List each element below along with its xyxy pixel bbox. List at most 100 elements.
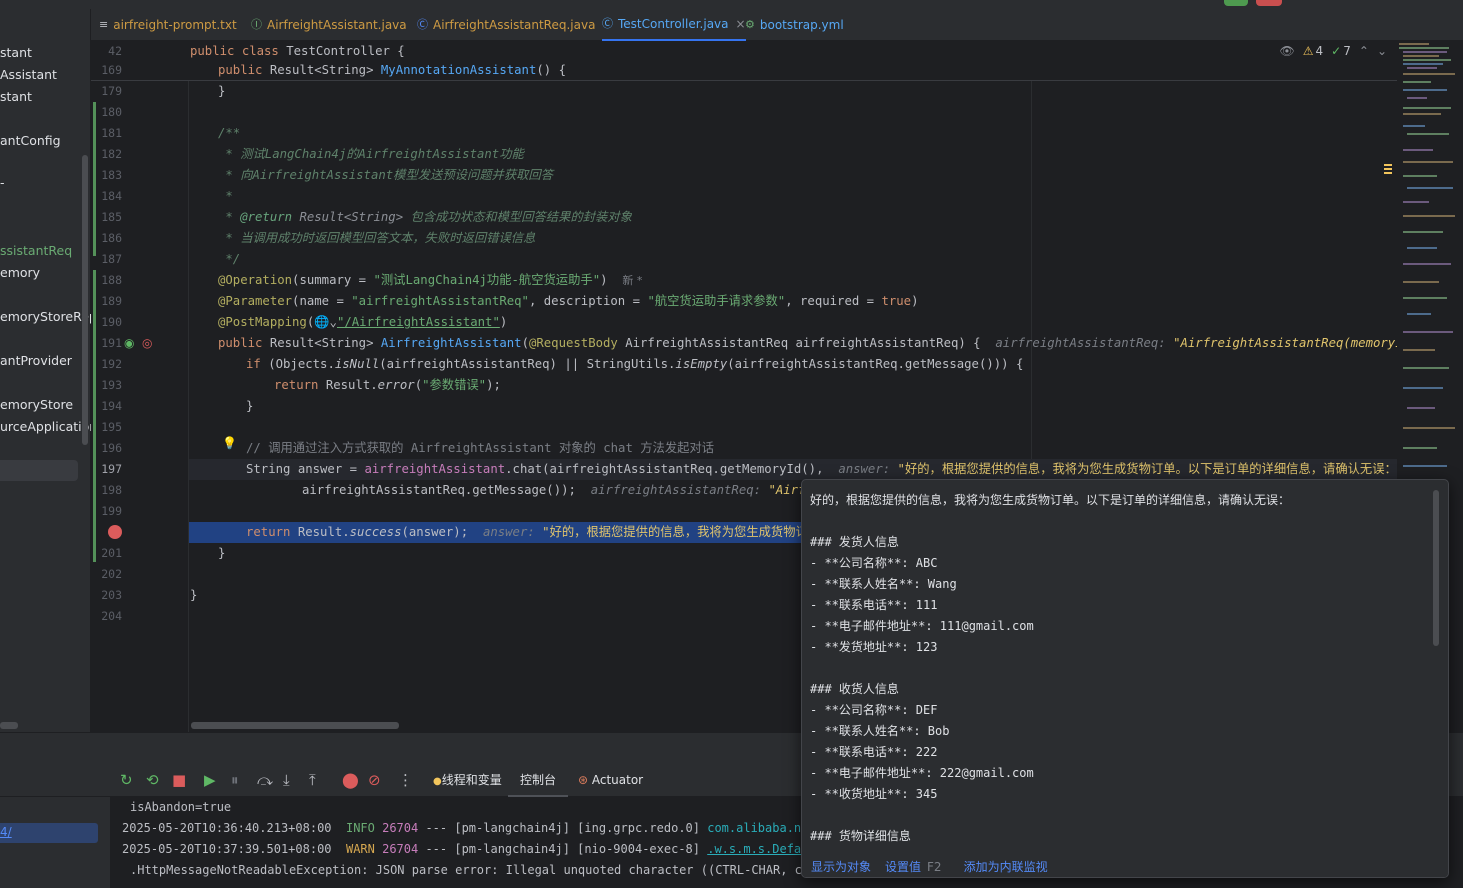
- line-number: 198: [101, 483, 122, 497]
- sidebar-item[interactable]: antConfig: [0, 130, 91, 152]
- popup-line: - **电子邮件地址**: 222@gmail.com: [810, 766, 1034, 780]
- tab-actuator[interactable]: ⊛ Actuator: [578, 764, 643, 797]
- chevron-up-icon[interactable]: ⌃: [1359, 44, 1369, 58]
- tab-label: AirfreightAssistant.java: [267, 18, 407, 32]
- tab-console[interactable]: 控制台: [508, 764, 569, 797]
- popup-footer: 显示为对象 设置值 F2 添加为内联监视: [802, 854, 1448, 877]
- console-side-link[interactable]: 4/: [0, 825, 12, 839]
- popup-line: [810, 805, 1430, 826]
- sidebar-item[interactable]: urceApplication: [0, 416, 91, 438]
- line-number: 185: [101, 210, 122, 224]
- popup-line: - **联系电话**: 222: [810, 745, 938, 759]
- step-over-icon[interactable]: ⤼: [257, 771, 273, 789]
- tab-bootstrap-yml[interactable]: ⚙ bootstrap.yml: [745, 9, 844, 41]
- code-line: @Operation(summary = "测试LangChain4j功能-航空…: [218, 273, 643, 287]
- sidebar-item[interactable]: Assistant: [0, 64, 91, 86]
- tab-label: TestController.java: [618, 17, 729, 31]
- view-breakpoints-icon[interactable]: ⬤: [342, 771, 359, 789]
- sidebar-item[interactable]: emory: [0, 262, 91, 284]
- debug-value-popup[interactable]: 好的，根据您提供的信息，我将为您生成货物订单。以下是订单的详细信息，请确认无误：…: [801, 479, 1449, 878]
- check-icon: ✓: [1331, 44, 1342, 58]
- code-line: @Parameter(name = "airfreightAssistantRe…: [218, 294, 919, 308]
- line-number: 195: [101, 420, 122, 434]
- tab-test-controller[interactable]: Ⓒ TestController.java ×: [602, 9, 746, 41]
- popup-line: - **公司名称**: ABC: [810, 556, 938, 570]
- line-number: 204: [101, 609, 122, 623]
- code-line: }: [218, 84, 226, 98]
- show-as-object-link[interactable]: 显示为对象: [811, 858, 871, 875]
- line-number: 169: [101, 63, 122, 77]
- sidebar-item[interactable]: ssistantReq: [0, 240, 91, 262]
- code-line: /**: [218, 126, 241, 140]
- rerun-tests-icon[interactable]: ⟲: [146, 771, 159, 789]
- new-badge: 新 *: [622, 274, 643, 287]
- sidebar-scrollbar[interactable]: [82, 155, 88, 445]
- step-into-icon[interactable]: ⤓: [283, 771, 290, 789]
- line-number: 187: [101, 252, 122, 266]
- tab-airfreight-prompt[interactable]: ≡ airfreight-prompt.txt: [99, 9, 237, 41]
- lightbulb-icon[interactable]: 💡: [222, 436, 237, 450]
- code-line: */: [218, 252, 241, 266]
- console-line: 2025-05-20T10:37:39.501+08:00 WARN 26704…: [122, 842, 823, 856]
- breakpoint-icon[interactable]: [108, 525, 122, 539]
- line-number: 203: [101, 588, 122, 602]
- code-line: * 测试LangChain4j的AirfreightAssistant功能: [218, 147, 524, 161]
- tab-threads-variables[interactable]: ●线程和变量: [433, 764, 502, 797]
- tab-airfreight-assistant[interactable]: Ⓘ AirfreightAssistant.java: [251, 9, 407, 41]
- stop-indicator[interactable]: [1256, 0, 1282, 6]
- set-value-link[interactable]: 设置值: [885, 858, 921, 875]
- api-endpoint-icon[interactable]: ◎: [142, 336, 152, 350]
- inline-debug-hint: answer:: [838, 462, 898, 476]
- popup-line: - **联系人姓名**: Wang: [810, 577, 957, 591]
- line-number: 191: [101, 336, 122, 350]
- step-out-icon[interactable]: ⤒: [309, 771, 316, 789]
- console-line: isAbandon=true: [130, 800, 232, 814]
- pause-icon[interactable]: ⏸: [231, 771, 239, 789]
- tab-airfreight-assistant-req[interactable]: Ⓒ AirfreightAssistantReq.java: [417, 9, 595, 41]
- sidebar-item[interactable]: -: [0, 172, 91, 194]
- warning-marker[interactable]: [1384, 168, 1392, 170]
- text-file-icon: ≡: [99, 18, 109, 31]
- set-value-shortcut: F2: [927, 859, 942, 874]
- sidebar-item[interactable]: stant: [0, 42, 91, 64]
- tab-label: bootstrap.yml: [759, 18, 844, 32]
- more-icon[interactable]: ⋮: [398, 771, 413, 789]
- line-number: 188: [101, 273, 122, 287]
- popup-line: ### 发货人信息: [810, 535, 899, 549]
- reader-mode-icon[interactable]: 👁: [1280, 44, 1295, 58]
- console-line: 2025-05-20T10:36:40.213+08:00 INFO 26704…: [122, 821, 823, 835]
- code-line: *: [218, 189, 233, 203]
- code-line: String answer = airfreightAssistant.chat…: [246, 462, 1397, 476]
- line-number: 183: [101, 168, 122, 182]
- sticky-scope-header[interactable]: 42 169 public class TestController { pub…: [91, 41, 1397, 81]
- warning-marker[interactable]: [1384, 172, 1392, 174]
- run-indicator[interactable]: [1224, 0, 1248, 6]
- code-line: return Result.error("参数错误");: [274, 378, 501, 392]
- inspection-widget[interactable]: 👁 ⚠ 4 ✓ 7 ⌃ ⌄: [1280, 44, 1387, 58]
- sidebar-selection: [0, 460, 78, 481]
- editor-hscrollbar[interactable]: [191, 722, 399, 729]
- add-inline-watch-link[interactable]: 添加为内联监视: [964, 858, 1048, 875]
- rerun-icon[interactable]: ↻: [120, 771, 133, 789]
- line-number: 179: [101, 84, 122, 98]
- sidebar-item[interactable]: emoryStoreRep: [0, 306, 91, 328]
- chevron-down-icon[interactable]: ⌄: [1377, 44, 1387, 58]
- sidebar-hscrollbar[interactable]: [0, 722, 18, 729]
- sidebar-item[interactable]: emoryStore: [0, 394, 91, 416]
- mute-breakpoints-icon[interactable]: ⊘: [368, 771, 381, 789]
- warning-marker[interactable]: [1384, 164, 1392, 166]
- console-line: .HttpMessageNotReadableException: JSON p…: [130, 863, 824, 877]
- code-line: * @return Result<String> 包含成功状态和模型回答结果的封…: [218, 210, 632, 224]
- code-line: }: [246, 399, 254, 413]
- tab-label: AirfreightAssistantReq.java: [433, 18, 596, 32]
- resume-icon[interactable]: ▶: [204, 771, 216, 789]
- popup-line: ### 货物详细信息: [810, 829, 911, 843]
- sidebar-item[interactable]: antProvider: [0, 350, 91, 372]
- stop-icon[interactable]: ■: [172, 771, 186, 789]
- code-line: }: [190, 588, 198, 602]
- popup-scrollbar[interactable]: [1433, 490, 1439, 646]
- code-minimap[interactable]: [1397, 41, 1463, 481]
- yaml-file-icon: ⚙: [745, 18, 755, 31]
- run-gutter-icon[interactable]: ◉: [124, 336, 134, 350]
- sidebar-item[interactable]: stant: [0, 86, 91, 108]
